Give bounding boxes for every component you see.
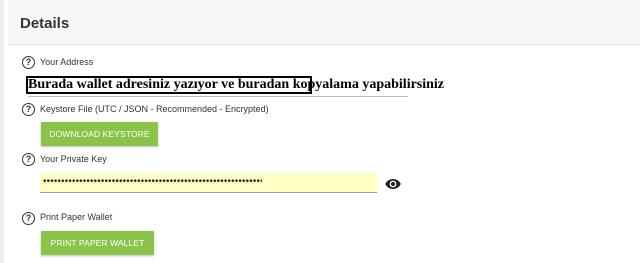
print-paper-wallet-button[interactable]: PRINT PAPER WALLET bbox=[41, 231, 154, 255]
card-header: Details bbox=[8, 0, 640, 45]
paper-wallet-label: Print Paper Wallet bbox=[40, 212, 113, 222]
private-key-label: Your Private Key bbox=[40, 154, 107, 164]
download-keystore-button[interactable]: DOWNLOAD KEYSTORE bbox=[41, 122, 158, 146]
paper-wallet-help-icon[interactable]: ? bbox=[22, 212, 35, 225]
details-card: Details ? Your Address Burada wallet adr… bbox=[0, 0, 640, 263]
keystore-help-icon[interactable]: ? bbox=[22, 103, 35, 116]
address-value[interactable]: Burada wallet adresiniz yazıyor ve burad… bbox=[28, 74, 444, 96]
eye-icon[interactable] bbox=[385, 178, 401, 190]
keystore-label: Keystore File (UTC / JSON - Recommended … bbox=[40, 104, 269, 114]
private-key-value[interactable]: ••••••••••••••••••••••••••••••••••••••••… bbox=[42, 173, 262, 191]
private-key-help-icon[interactable]: ? bbox=[22, 153, 35, 166]
card-title: Details bbox=[20, 15, 70, 32]
address-help-icon[interactable]: ? bbox=[22, 56, 35, 69]
address-label: Your Address bbox=[40, 57, 94, 67]
